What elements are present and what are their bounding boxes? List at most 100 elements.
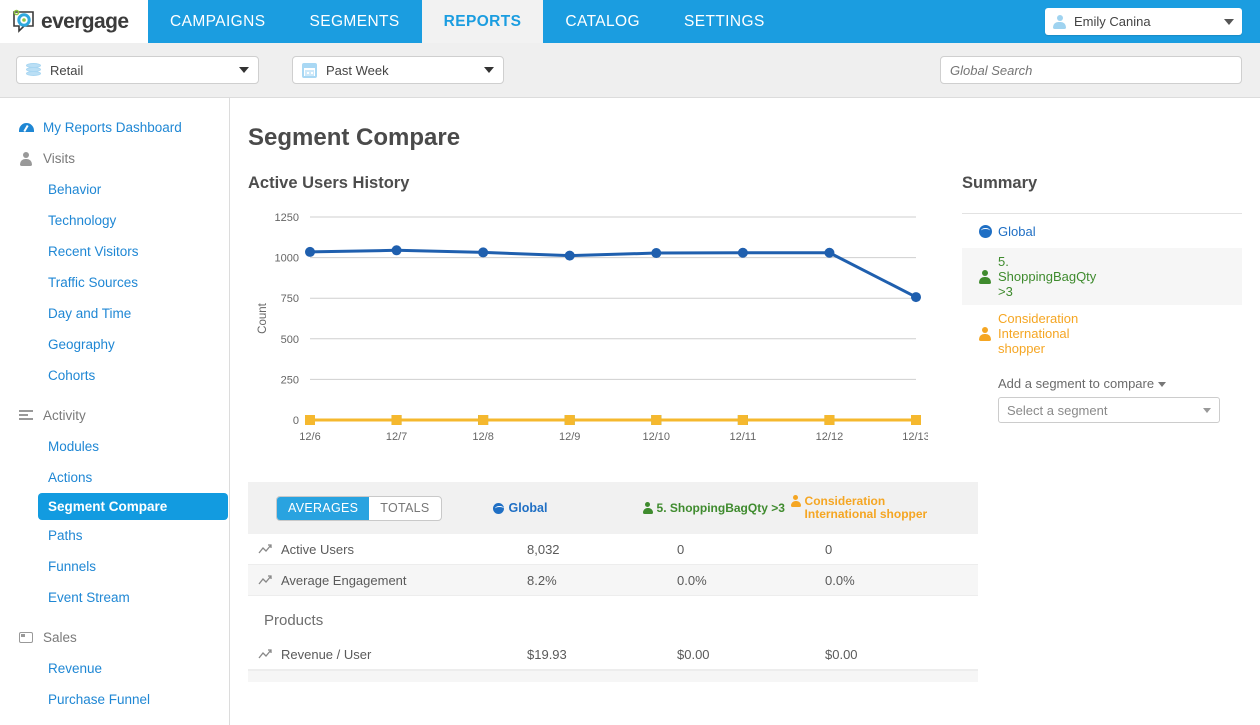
date-range-selector[interactable]: Past Week [292,56,504,84]
table-footer-spacer [248,670,978,682]
table-column-label: Consideration International shopper [804,494,928,521]
table-cell-shoppingbagqty: $0.00 [677,646,710,662]
table-cell-shoppingbagqty: 0.0% [677,572,707,588]
summary-panel: Summary Global 5. ShoppingBagQty >3 Cons… [938,174,1260,460]
averages-toggle-button[interactable]: AVERAGES [277,496,370,520]
brand-logo[interactable]: evergage [0,0,148,43]
table-row[interactable]: Average Engagement 8.2% 0.0% 0.0% [248,565,978,596]
sidebar-item-recent-visitors[interactable]: Recent Visitors [0,236,229,267]
svg-text:750: 750 [281,293,299,305]
sidebar-item-geography[interactable]: Geography [0,329,229,360]
table-row[interactable]: Revenue / User $19.93 $0.00 $0.00 [248,639,978,670]
site-selector-label: Retail [50,62,84,78]
sidebar-navigation: My Reports Dashboard Visits Behavior Tec… [0,98,230,725]
table-column-label: Global [508,501,548,515]
table-column-consideration: Consideration International shopper [790,494,939,521]
svg-text:12/9: 12/9 [559,431,580,443]
table-column-global: Global [492,501,643,515]
nav-campaigns[interactable]: CAMPAIGNS [148,0,287,43]
sidebar-group-visits[interactable]: Visits [0,143,229,174]
svg-text:250: 250 [281,374,299,386]
table-column-label: 5. ShoppingBagQty >3 [656,500,785,515]
table-row-name-cell: Revenue / User [248,647,527,662]
globe-icon [492,502,504,514]
summary-segment-label: Consideration International shopper [998,311,1079,356]
chart-title: Active Users History [248,174,410,192]
sidebar-item-event-stream[interactable]: Event Stream [0,582,229,613]
sidebar-item-behavior[interactable]: Behavior [0,174,229,205]
svg-text:12/11: 12/11 [729,431,756,443]
sidebar-group-activity[interactable]: Activity [0,400,229,431]
sidebar-item-day-and-time[interactable]: Day and Time [0,298,229,329]
calendar-icon [302,62,317,78]
sidebar-item-actions[interactable]: Actions [0,462,229,493]
svg-text:12/12: 12/12 [816,431,844,443]
summary-segment-shoppingbagqty[interactable]: 5. ShoppingBagQty >3 [962,248,1242,305]
sidebar-item-modules[interactable]: Modules [0,431,229,462]
summary-segment-consideration[interactable]: Consideration International shopper [962,305,1242,362]
sidebar-item-label: My Reports Dashboard [43,120,182,135]
card-icon [18,632,34,643]
nav-settings[interactable]: SETTINGS [662,0,787,43]
chart-panel: Active Users History 0 250 500 750 1000 1250 C… [248,174,938,460]
sidebar-item-funnels[interactable]: Funnels [0,551,229,582]
user-menu[interactable]: Emily Canina [1045,8,1242,35]
site-selector[interactable]: Retail [16,56,259,84]
svg-text:12/6: 12/6 [299,431,320,443]
table-row-label: Active Users [281,541,354,557]
rows-icon [18,410,34,421]
averages-totals-toggle[interactable]: AVERAGES TOTALS [276,495,442,521]
sidebar-item-cohorts[interactable]: Cohorts [0,360,229,391]
segment-select-placeholder: Select a segment [1007,402,1108,418]
table-row-label: Average Engagement [281,572,407,588]
nav-segments[interactable]: SEGMENTS [287,0,421,43]
trend-icon [258,543,272,553]
table-cell-consideration: $0.00 [825,646,858,662]
summary-segment-global[interactable]: Global [962,214,1242,248]
table-cell-consideration: 0 [825,541,833,557]
table-cell-global: 8,032 [527,541,560,557]
svg-text:500: 500 [281,334,299,346]
summary-segment-label: Global [998,223,1036,239]
main-content: Segment Compare Active Users History 0 25… [230,98,1260,725]
table-header-row: AVERAGES TOTALS Global 5. ShoppingBagQty… [248,482,978,534]
svg-text:1000: 1000 [275,253,299,265]
active-users-history-chart[interactable]: 0 250 500 750 1000 1250 Count 12/6 12/7 12/8 12/9 1… [248,205,928,460]
table-column-shoppingbagqty: 5. ShoppingBagQty >3 [642,500,791,515]
sidebar-item-purchase-funnel[interactable]: Purchase Funnel [0,684,229,715]
chevron-down-icon [484,67,494,73]
table-cell-consideration: 0.0% [825,572,855,588]
sidebar-item-revenue[interactable]: Revenue [0,653,229,684]
sidebar-group-sales[interactable]: Sales [0,622,229,653]
svg-text:12/8: 12/8 [472,431,493,443]
summary-title: Summary [962,174,1038,192]
add-segment-to-compare-button[interactable]: Add a segment to compare [998,376,1242,391]
svg-text:12/13: 12/13 [902,431,928,443]
segment-select-dropdown[interactable]: Select a segment [998,397,1220,423]
table-cell-global: $19.93 [527,646,567,662]
table-row[interactable]: Active Users 8,032 0 0 [248,534,978,565]
trend-icon [258,574,272,584]
person-icon [642,501,653,514]
svg-text:1250: 1250 [275,212,299,224]
page-title: Segment Compare [248,124,461,151]
nav-catalog[interactable]: CATALOG [543,0,662,43]
nav-reports[interactable]: REPORTS [421,0,544,43]
sidebar-item-traffic-sources[interactable]: Traffic Sources [0,267,229,298]
sidebar-group-label: Activity [43,408,86,423]
sidebar-item-my-reports-dashboard[interactable]: My Reports Dashboard [0,112,229,143]
summary-segment-label: 5. ShoppingBagQty >3 [998,254,1097,299]
person-icon [18,151,34,166]
filter-bar: Retail Past Week [0,43,1260,98]
table-row-name-cell: Active Users [248,542,527,557]
table-row-label: Revenue / User [281,646,372,662]
sidebar-item-segment-compare[interactable]: Segment Compare [38,493,228,520]
globe-icon [972,224,998,238]
global-search-input[interactable] [940,56,1242,84]
date-range-label: Past Week [326,62,389,78]
sidebar-item-paths[interactable]: Paths [0,520,229,551]
svg-text:12/10: 12/10 [643,431,671,443]
sidebar-item-technology[interactable]: Technology [0,205,229,236]
totals-toggle-button[interactable]: TOTALS [369,497,440,520]
sidebar-group-label: Sales [43,630,77,645]
